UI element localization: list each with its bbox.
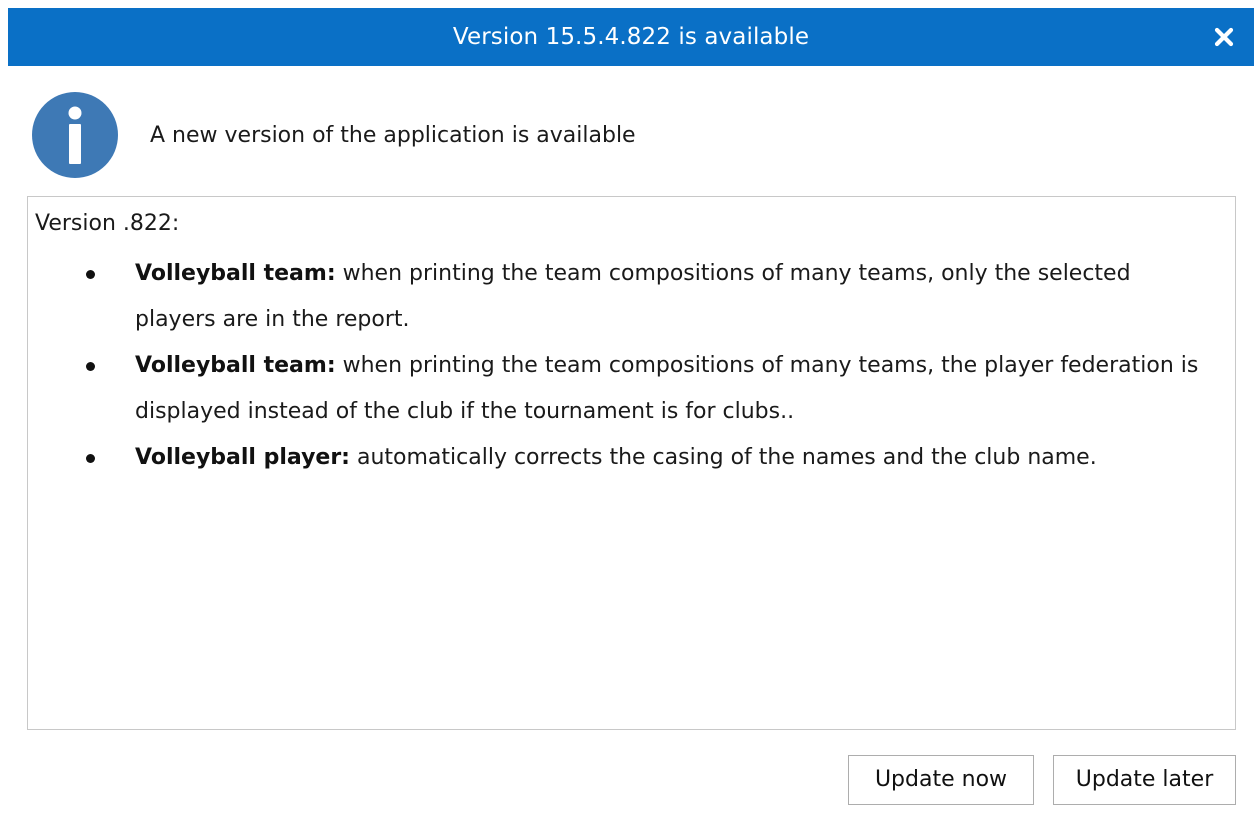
dialog-title: Version 15.5.4.822 is available: [452, 24, 810, 50]
bullet-icon: [86, 454, 95, 463]
close-button[interactable]: [1208, 21, 1240, 53]
release-notes-list: Volleyball team: when printing the team …: [28, 251, 1228, 481]
info-icon: [32, 92, 118, 178]
list-item: Volleyball team: when printing the team …: [28, 251, 1228, 343]
update-dialog: Version 15.5.4.822 is available A new ve…: [0, 0, 1254, 820]
list-item: Volleyball player: automatically correct…: [28, 435, 1228, 481]
update-now-button[interactable]: Update now: [848, 755, 1034, 805]
note-label: Volleyball player:: [135, 445, 350, 470]
update-later-button[interactable]: Update later: [1053, 755, 1236, 805]
bullet-icon: [86, 362, 95, 371]
note-label: Volleyball team:: [135, 353, 336, 378]
close-icon: [1214, 27, 1234, 47]
title-bar: Version 15.5.4.822 is available: [8, 8, 1254, 66]
release-notes-heading: Version .822:: [35, 211, 180, 236]
release-notes-panel[interactable]: Version .822: Volleyball team: when prin…: [27, 196, 1236, 730]
bullet-icon: [86, 270, 95, 279]
list-item: Volleyball team: when printing the team …: [28, 343, 1228, 435]
note-label: Volleyball team:: [135, 261, 336, 286]
update-available-message: A new version of the application is avai…: [150, 123, 636, 148]
note-text: automatically corrects the casing of the…: [349, 445, 1097, 470]
